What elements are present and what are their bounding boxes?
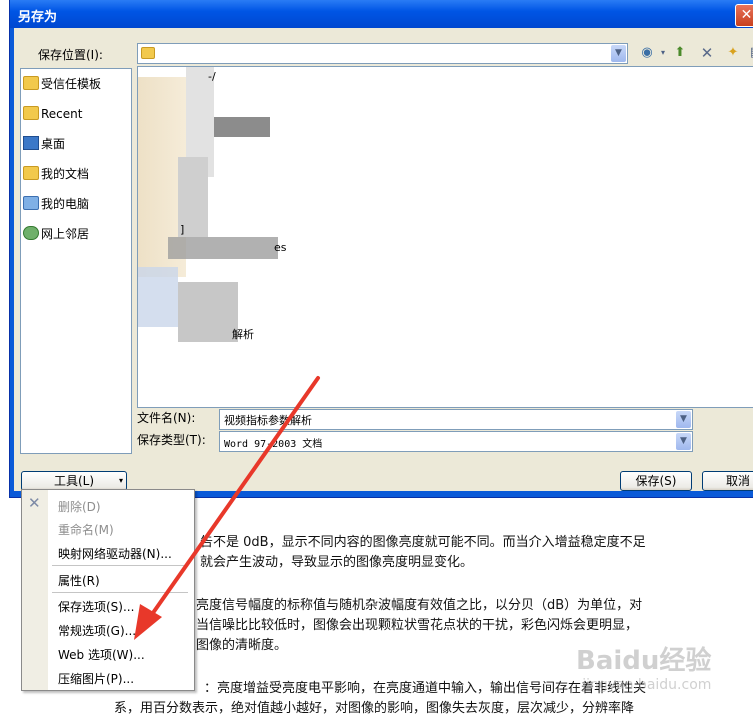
watermark-text: Baidu经验 bbox=[576, 646, 712, 676]
watermark-url: jingyan.baidu.com bbox=[582, 677, 712, 693]
baidu-watermark: Baidu经验 jingyan.baidu.com bbox=[576, 640, 711, 693]
annotation-arrow bbox=[134, 376, 320, 640]
